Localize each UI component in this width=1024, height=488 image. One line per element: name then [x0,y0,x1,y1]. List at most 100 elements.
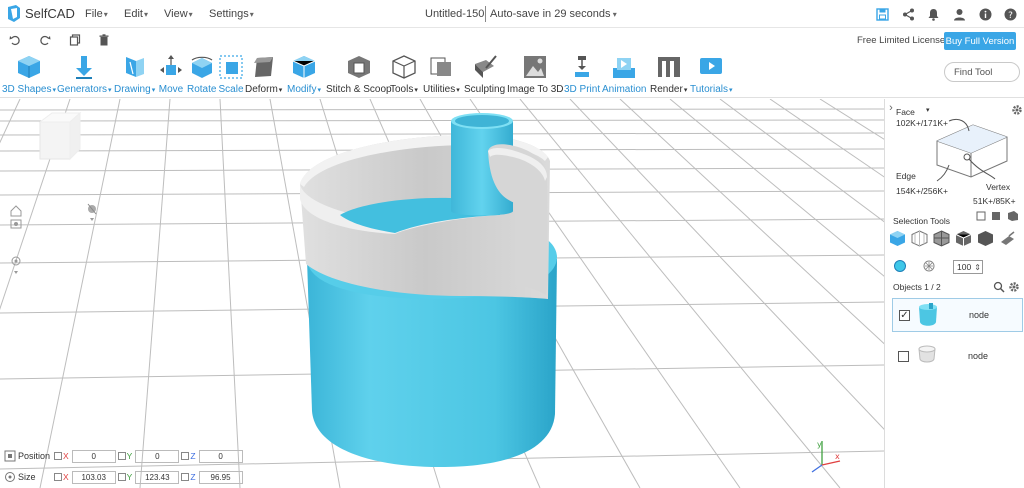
vertex-mode-label[interactable]: Vertex [986,182,1010,192]
tool-generators[interactable]: Generators [57,54,112,95]
tool-image-to-3d[interactable]: Image To 3D [507,54,564,95]
tool-3d-print[interactable]: 3D Print [564,54,600,95]
image-to-3d-icon [524,56,547,78]
position-y[interactable]: Y0 [117,449,180,463]
tool-label: Tools [390,84,418,95]
object-visibility-checkbox[interactable]: ✓ [899,309,910,321]
object-row[interactable]: ✓ node [892,298,1023,332]
autosave-status[interactable]: Auto-save in 29 seconds [490,8,617,20]
info-icon[interactable] [977,6,993,22]
3d-scene[interactable]: y x [0,99,884,488]
size-y-checkbox[interactable] [117,473,126,481]
size-y-input[interactable]: 123.43 [135,470,180,484]
utilities-icon [430,57,452,76]
document-title[interactable]: Untitled-150 [425,8,484,20]
help-question-icon[interactable]: ? [1002,6,1018,22]
notification-bell-icon[interactable] [925,6,941,22]
pencil-icon [125,57,144,77]
object-visibility-checkbox[interactable] [898,350,909,362]
tool-animation[interactable]: Animation [602,54,646,95]
light-source-icon[interactable] [87,203,97,215]
svg-text:?: ? [1008,11,1013,21]
select-mesh-icon[interactable] [933,230,950,247]
position-z-checkbox[interactable] [181,452,190,460]
tool-3d-shapes[interactable]: 3D Shapes [2,54,56,95]
menu-file[interactable]: File [85,8,108,20]
undo-icon[interactable] [7,32,23,48]
size-x-checkbox[interactable] [54,473,62,481]
orbit-view-icon[interactable] [11,256,21,266]
position-z[interactable]: Z0 [181,449,243,463]
menu-view[interactable]: View [164,8,193,20]
tool-utilities[interactable]: Utilities [423,54,460,95]
color-swatch-icon[interactable] [893,259,907,273]
position-x-checkbox[interactable] [54,452,62,460]
tool-tools[interactable]: Tools [390,54,418,95]
edge-mode-label[interactable]: Edge [896,171,916,181]
tool-move[interactable]: Move [158,54,184,95]
size-z[interactable]: Z 96.95 [181,470,243,484]
tool-label: Sculpting [464,84,506,95]
size-y[interactable]: Y 123.43 [117,470,180,484]
tool-deform[interactable]: Deform [245,54,282,95]
find-tool-input[interactable]: Find Tool [944,62,1020,82]
face-mode-label[interactable]: Face [896,107,915,117]
menu-edit[interactable]: Edit [124,8,148,20]
camera-focus-icon[interactable] [10,219,22,229]
select-edge-icon[interactable] [955,230,972,247]
size-z-checkbox[interactable] [181,473,190,481]
position-z-input[interactable]: 0 [198,449,243,463]
user-account-icon[interactable] [951,6,967,22]
tool-label: Render [650,84,687,95]
size-z-input[interactable]: 96.95 [198,470,243,484]
position-x[interactable]: X0 [54,449,116,463]
select-object-icon[interactable] [889,230,906,247]
objects-settings-gear-icon[interactable] [1008,281,1020,293]
selection-mode-cube-icon[interactable] [929,115,1015,185]
redo-icon[interactable] [37,32,53,48]
share-icon[interactable] [900,6,916,22]
axis-z-label: Z [190,451,196,461]
axis-y-label: Y [126,451,133,461]
tool-rotate[interactable]: Rotate [187,54,216,95]
axis-z-label: Z [190,472,196,482]
tool-render[interactable]: Render [650,54,687,95]
material-texture-icon[interactable] [923,260,935,272]
app-logo[interactable]: SelfCAD [6,5,75,22]
menu-settings[interactable]: Settings [209,8,254,20]
tool-drawing[interactable]: Drawing [114,54,155,95]
object-row[interactable]: node [892,339,1023,373]
blue-cup-thumbnail-icon [919,303,937,326]
size-x[interactable]: X 103.03 [54,470,116,484]
opacity-input[interactable]: 100 [953,260,983,274]
view-navigation-cube[interactable] [38,111,82,161]
3d-viewport[interactable]: y x [0,99,884,488]
position-x-input[interactable]: 0 [71,449,116,463]
app-name: SelfCAD [25,6,75,21]
tool-stitch-scoop[interactable]: Stitch & Scoop [326,54,392,95]
position-icon [4,450,16,462]
select-lasso-icon[interactable] [999,230,1016,247]
tool-scale[interactable]: Scale [218,54,244,95]
tool-tutorials[interactable]: Tutorials [690,54,733,95]
select-face-icon[interactable] [911,230,928,247]
tool-sculpting[interactable]: Sculpting [464,54,505,95]
size-label: Size [18,472,36,482]
tool-label: Modify [287,84,321,95]
home-view-icon[interactable] [10,205,22,217]
position-y-input[interactable]: 0 [135,449,180,463]
selection-view-options[interactable] [976,210,1020,222]
cube-icon [18,56,40,78]
size-x-input[interactable]: 103.03 [71,470,116,484]
delete-trash-icon[interactable] [96,32,112,48]
face-dropdown-icon[interactable]: ▾ [926,106,930,114]
buy-full-version-button[interactable]: Buy Full Version [944,32,1016,50]
tool-modify[interactable]: Modify [287,54,321,95]
tutorials-icon [700,58,723,74]
select-vertex-icon[interactable] [977,230,994,247]
objects-count-label: Objects 1 / 2 [893,282,941,292]
search-objects-icon[interactable] [993,281,1005,293]
save-icon[interactable] [874,6,890,22]
position-y-checkbox[interactable] [117,452,126,460]
copy-icon[interactable] [67,32,83,48]
